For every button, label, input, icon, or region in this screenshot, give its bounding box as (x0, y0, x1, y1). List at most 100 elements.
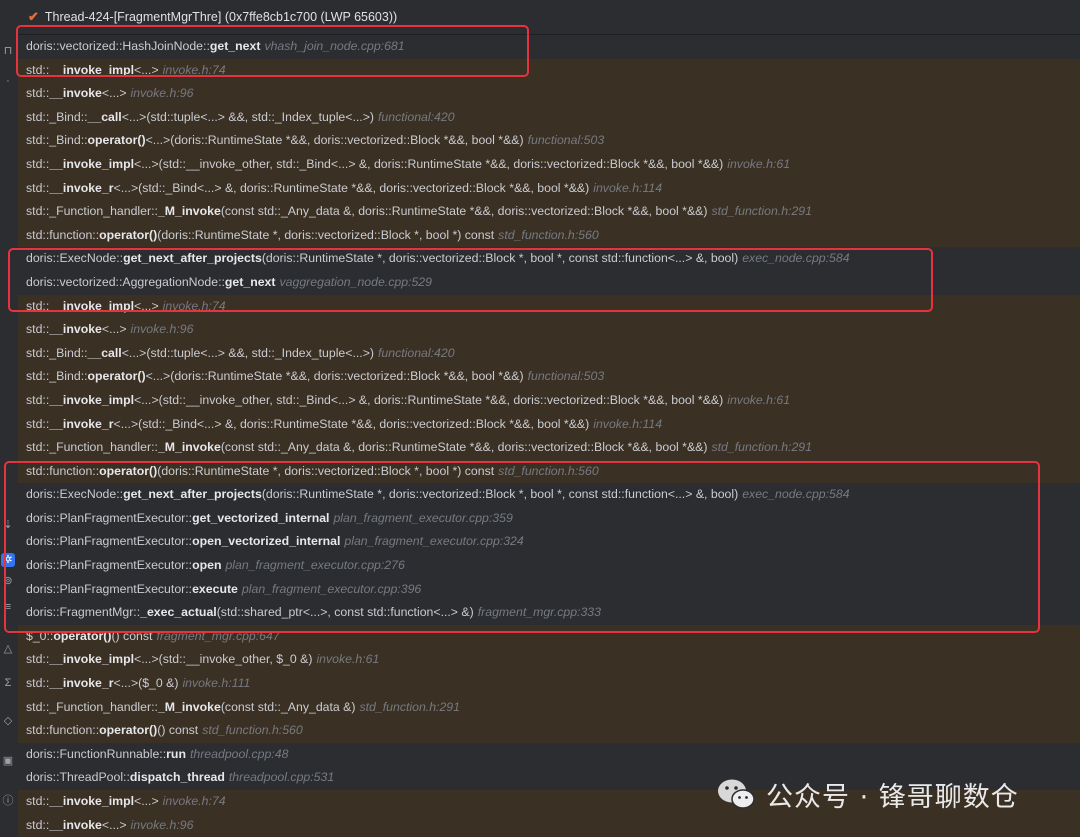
stack-frame-row[interactable]: std::_Function_handler::_M_invoke(const … (18, 695, 1080, 720)
frame-scope: std::function:: (26, 463, 100, 478)
stack-frame-row[interactable]: std::_Bind::operator()<...>(doris::Runti… (18, 129, 1080, 153)
frame-method: _M_invoke (157, 699, 221, 714)
frame-location: invoke.h:74 (162, 298, 226, 313)
dot-icon: · (6, 75, 10, 87)
frame-method: __invoke_r (49, 180, 114, 195)
frame-location: exec_node.cpp:584 (742, 251, 850, 266)
problems-icon[interactable]: ▣ (1, 754, 15, 768)
frame-location: functional:420 (377, 109, 455, 124)
stack-frame-row[interactable]: doris::PlanFragmentExecutor::open plan_fr… (18, 554, 1080, 578)
frame-scope: std:: (26, 180, 50, 195)
frame-scope: std::_Bind:: (26, 133, 88, 148)
frame-location: invoke.h:96 (130, 86, 194, 101)
frame-signature: (doris::RuntimeState *, doris::vectorize… (261, 487, 739, 502)
frame-method: operator() (53, 628, 112, 643)
frame-method: get_next (209, 39, 261, 53)
frame-location: threadpool.cpp:531 (228, 770, 335, 785)
frame-method: _M_invoke (157, 440, 221, 455)
stack-frame-row[interactable]: doris::PlanFragmentExecutor::get_vectori… (18, 506, 1080, 531)
frame-location: std_function.h:291 (711, 204, 812, 219)
info-icon[interactable]: ⓘ (1, 794, 15, 808)
debug-icon[interactable]: ✲ (1, 553, 15, 567)
stack-frame-row[interactable]: doris::vectorized::HashJoinNode::get_nex… (18, 35, 1080, 59)
thread-header[interactable]: ✔ Thread-424-[FragmentMgrThre] (0x7ffe8c… (18, 0, 1080, 35)
warning-icon[interactable]: △ (1, 642, 15, 656)
frame-method: execute (192, 581, 238, 596)
frame-method: operator() (99, 227, 158, 242)
stack-frame-row[interactable]: doris::vectorized::AggregationNode::get_… (18, 270, 1080, 295)
frame-location: std_function.h:560 (202, 723, 303, 738)
stack-frame-row[interactable]: $_0::operator()() const fragment_mgr.cpp:… (18, 624, 1080, 649)
stack-frame-row[interactable]: std::_Bind::__call<...>(std::tuple<...> … (18, 105, 1080, 130)
watermark: 公众号 · 锋哥聊数仓 (716, 772, 1019, 816)
stack-frame-row[interactable]: doris::FragmentMgr::_exec_actual(std::sh… (18, 601, 1080, 625)
pin-icon[interactable]: ⊓ (1, 44, 15, 58)
threads-icon[interactable]: ⊚ (1, 574, 15, 588)
frame-method: __invoke_impl (49, 62, 135, 77)
frame-scope: doris::PlanFragmentExecutor:: (26, 534, 193, 549)
frame-signature: (const std::_Any_data &, doris::RuntimeS… (220, 440, 708, 455)
check-icon: ✔ (28, 9, 39, 24)
stack-frame-row[interactable]: std::_Bind::operator()<...>(doris::Runti… (18, 365, 1080, 389)
frame-signature: <...> (134, 298, 159, 313)
frame-location: std_function.h:560 (498, 463, 599, 478)
frame-scope: doris::vectorized::HashJoinNode:: (26, 39, 210, 53)
stack-frame-row[interactable]: std::__invoke_r<...>(std::_Bind<...> &, … (18, 176, 1080, 201)
frame-method: operator() (87, 133, 146, 148)
frame-location: fragment_mgr.cpp:333 (477, 605, 601, 620)
layers-icon[interactable]: ≡ (1, 600, 15, 614)
frame-signature: (std::shared_ptr<...>, const std::functi… (216, 605, 474, 620)
frame-method: open_vectorized_internal (192, 534, 341, 549)
frame-scope: doris::FunctionRunnable:: (26, 746, 167, 761)
stack-frame-row[interactable]: std::_Bind::__call<...>(std::tuple<...> … (18, 341, 1080, 366)
frame-method: __invoke_impl (49, 794, 135, 808)
frame-location: exec_node.cpp:584 (742, 487, 850, 502)
frame-signature: <...>(doris::RuntimeState *&&, doris::ve… (145, 133, 524, 148)
stack-frame-row[interactable]: doris::ExecNode::get_next_after_projects… (18, 483, 1080, 507)
stack-frame-row[interactable]: doris::PlanFragmentExecutor::open_vector… (18, 530, 1080, 555)
stack-frame-row[interactable]: std::__invoke<...> invoke.h:96 (18, 318, 1080, 342)
frame-scope: $_0:: (26, 628, 54, 643)
stack-frame-row[interactable]: std::__invoke_impl<...>(std::__invoke_ot… (18, 388, 1080, 413)
frame-method: __invoke_r (49, 416, 114, 431)
frame-signature: <...>(std::_Bind<...> &, doris::RuntimeS… (113, 180, 590, 195)
stack-frame-row[interactable]: std::__invoke_r<...>($_0 &) invoke.h:111 (18, 672, 1080, 696)
stack-frame-row[interactable]: doris::PlanFragmentExecutor::execute plan… (18, 577, 1080, 602)
stack-frame-row[interactable]: std::function::operator()(doris::Runtime… (18, 223, 1080, 248)
frame-scope: std:: (26, 86, 50, 101)
stack-frame-row[interactable]: std::_Function_handler::_M_invoke(const … (18, 200, 1080, 224)
watermark-text: 公众号 · 锋哥聊数仓 (766, 781, 1019, 813)
frame-signature: <...> (134, 794, 159, 808)
stack-frame-row[interactable]: std::_Function_handler::_M_invoke(const … (18, 436, 1080, 460)
frame-method: __call (87, 345, 122, 360)
stack-frame-row[interactable]: std::__invoke_r<...>(std::_Bind<...> &, … (18, 412, 1080, 437)
stack-frame-row[interactable]: std::function::operator()() const std_fun… (18, 719, 1080, 743)
stack-frame-row[interactable]: doris::ExecNode::get_next_after_projects… (18, 247, 1080, 271)
thread-title: Thread-424-[FragmentMgrThre] (0x7ffe8cb1… (44, 10, 398, 24)
terminal-icon[interactable]: Σ (1, 676, 15, 690)
frame-scope: doris::PlanFragmentExecutor:: (26, 558, 193, 573)
frame-scope: std:: (26, 416, 50, 431)
frame-scope: doris::PlanFragmentExecutor:: (26, 510, 193, 525)
stack-frame-row[interactable]: std::__invoke_impl<...> invoke.h:74 (18, 294, 1080, 319)
stack-frame-row[interactable]: std::__invoke<...> invoke.h:96 (18, 82, 1080, 106)
stack-frame-row[interactable]: doris::FunctionRunnable::run threadpool.c… (18, 742, 1080, 767)
frame-location: invoke.h:96 (130, 817, 194, 832)
frame-signature: <...> (134, 62, 159, 77)
step-icon[interactable]: ⇣ (1, 518, 15, 532)
stack-frame-row[interactable]: std::__invoke_impl<...>(std::__invoke_ot… (18, 152, 1080, 177)
frame-location: functional:503 (527, 369, 605, 384)
stack-frame-row[interactable]: std::__invoke_impl<...>(std::__invoke_ot… (18, 648, 1080, 673)
frame-scope: std::_Bind:: (26, 109, 88, 124)
frame-location: plan_fragment_executor.cpp:276 (225, 558, 405, 573)
frame-scope: std:: (26, 156, 50, 171)
frame-location: std_function.h:291 (359, 699, 460, 714)
frame-method: __invoke (49, 86, 102, 101)
frame-signature: (doris::RuntimeState *, doris::vectorize… (157, 227, 495, 242)
git-icon[interactable]: ◇ (1, 714, 15, 728)
frame-method: run (166, 746, 186, 761)
frame-method: get_next (224, 274, 276, 289)
stack-frame-row[interactable]: std::function::operator()(doris::Runtime… (18, 459, 1080, 484)
stack-frame-row[interactable]: std::__invoke<...> invoke.h:96 (18, 813, 1080, 837)
stack-frame-row[interactable]: std::__invoke_impl<...> invoke.h:74 (18, 58, 1080, 83)
